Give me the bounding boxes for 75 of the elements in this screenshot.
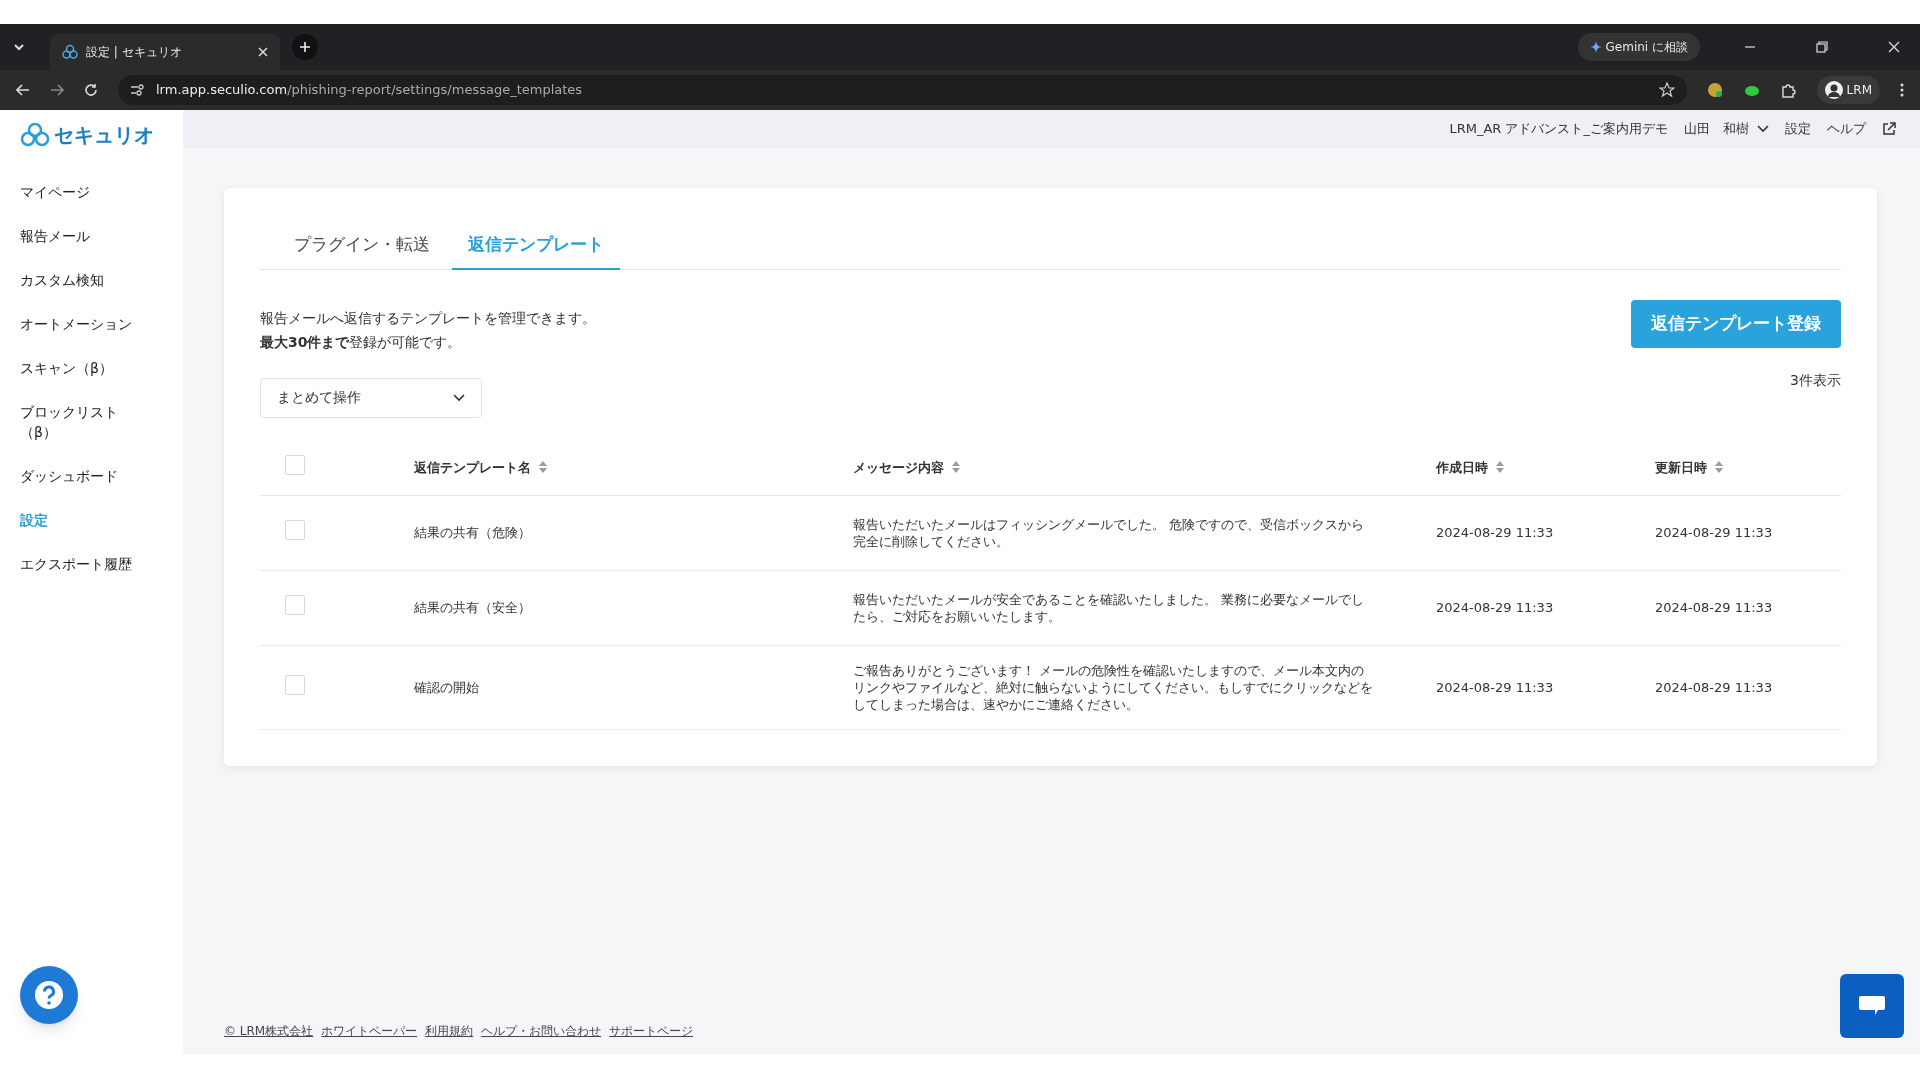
help-button[interactable] (20, 966, 78, 1024)
chevron-down-icon (453, 393, 465, 402)
sort-icon[interactable] (539, 461, 547, 474)
column-header[interactable]: 作成日時 (1436, 457, 1504, 477)
close-icon[interactable] (1888, 41, 1900, 53)
updated-date: 2024-08-29 11:33 (1655, 525, 1773, 541)
result-count: 3件表示 (1790, 370, 1841, 390)
message-text: 報告いただいたメールが安全であることを確認いたしました。 業務に必要なメールでしたら、ご対応をお願いいたします。 (853, 592, 1365, 624)
nav-item[interactable]: エクスポート履歴 (0, 542, 170, 586)
message-text: ご報告ありがとうございます！ メールの危険性を確認いたしますので、メール本文内のリンクやファイルなど、絶対に触らないようにしてください。もしすでにクリックなどをしてしまった場合は、速やかにご連絡ください。 (853, 663, 1373, 712)
nav-item[interactable]: 報告メール (0, 214, 170, 258)
created-date: 2024-08-29 11:33 (1436, 525, 1554, 541)
logo-text: セキュリオ (54, 122, 154, 149)
created-date: 2024-08-29 11:33 (1436, 679, 1554, 695)
avatar-icon (1824, 81, 1843, 99)
star-icon[interactable] (1658, 82, 1675, 98)
checkbox[interactable] (285, 520, 305, 541)
template-name: 確認の開始 (414, 679, 479, 695)
url-text: lrm.app.seculio.com/phishing-report/settings/message_templates (156, 81, 584, 100)
address-bar[interactable]: lrm.app.seculio.com/phishing-report/settings/message_templates (118, 75, 1687, 105)
nav-item[interactable]: カスタム検知 (0, 258, 170, 302)
footer-link[interactable]: ヘルプ・お問い合わせ (481, 1022, 602, 1040)
template-name: 結果の共有（危険） (414, 525, 531, 541)
checkbox[interactable] (285, 674, 305, 695)
chat-button[interactable] (1840, 974, 1904, 1038)
nav-item[interactable]: オートメーション (0, 302, 170, 346)
chevron-down-icon (1757, 125, 1769, 133)
more-menu-icon[interactable] (1900, 83, 1904, 97)
header-link[interactable]: ヘルプ (1827, 119, 1866, 139)
organization-name: LRM_AR アドバンスト_ご案内用デモ (1449, 120, 1668, 139)
tab[interactable]: プラグイン・転送 (278, 232, 446, 270)
puzzle-icon[interactable] (1780, 82, 1797, 98)
profile-button[interactable]: LRM (1816, 76, 1880, 104)
sort-icon[interactable] (952, 461, 960, 474)
footer-link[interactable]: 利用規約 (425, 1022, 474, 1040)
column-header[interactable]: 更新日時 (1655, 457, 1723, 477)
nav-item[interactable]: ダッシュボード (0, 454, 170, 498)
close-icon[interactable] (258, 47, 268, 57)
bulk-action-dropdown[interactable]: まとめて操作 (260, 377, 482, 418)
description-text: 最大30件まで登録が可能です。 (260, 332, 463, 352)
tab-title: 設定 | セキュリオ (86, 44, 183, 61)
nav-item[interactable]: ブロックリスト（β） (0, 390, 170, 454)
checkbox[interactable] (285, 595, 305, 616)
nav-item[interactable]: スキャン（β） (0, 346, 170, 390)
question-icon (34, 980, 64, 1010)
site-settings-icon[interactable] (130, 84, 144, 96)
sparkle-icon (1589, 41, 1602, 53)
plus-icon (299, 41, 311, 53)
back-arrow-icon[interactable] (16, 83, 30, 97)
message-text: 報告いただいたメールはフィッシングメールでした。 危険ですので、受信ボックスから完全に削除してください。 (853, 517, 1365, 549)
sort-icon[interactable] (1715, 461, 1723, 474)
logo-icon (20, 122, 50, 148)
browser-tab[interactable]: 設定 | セキュリオ (50, 34, 280, 70)
copyright-link[interactable]: © LRM株式会社 (224, 1022, 314, 1040)
restore-icon[interactable] (1816, 41, 1828, 53)
extension-icon[interactable] (1706, 82, 1723, 98)
footer-link[interactable]: ホワイトペーパー (321, 1022, 418, 1040)
header-link[interactable]: 設定 (1785, 119, 1811, 139)
updated-date: 2024-08-29 11:33 (1655, 679, 1773, 695)
external-link-icon[interactable] (1882, 122, 1896, 136)
new-tab-button[interactable] (292, 34, 318, 60)
user-menu[interactable]: 山田 和樹 (1684, 119, 1769, 139)
nav-item[interactable]: マイページ (0, 170, 170, 214)
forward-arrow-icon[interactable] (50, 83, 64, 97)
sort-icon[interactable] (1496, 461, 1504, 474)
checkbox[interactable] (285, 454, 305, 475)
column-header[interactable]: メッセージ内容 (853, 457, 960, 477)
updated-date: 2024-08-29 11:33 (1655, 600, 1773, 616)
gemini-button[interactable]: Gemini に相談 (1577, 33, 1700, 61)
template-name: 結果の共有（安全） (414, 600, 531, 616)
description-text: 報告メールへ返信するテンプレートを管理できます。 (260, 308, 596, 328)
footer-link[interactable]: サポートページ (609, 1022, 694, 1040)
created-date: 2024-08-29 11:33 (1436, 600, 1554, 616)
reload-icon[interactable] (84, 83, 98, 97)
column-header[interactable]: 返信テンプレート名 (414, 457, 547, 477)
